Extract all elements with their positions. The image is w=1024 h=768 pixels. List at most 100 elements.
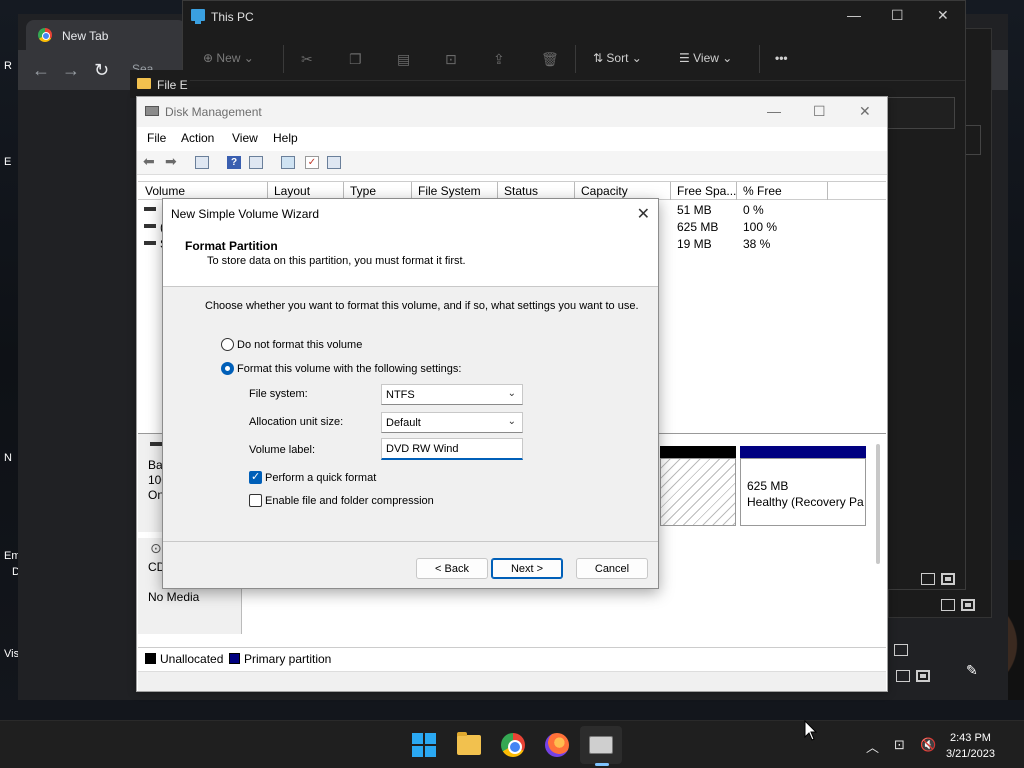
volume-label-input[interactable]: DVD RW Wind — [381, 438, 523, 460]
recovery-partition[interactable]: 625 MB Healthy (Recovery Pa — [740, 458, 866, 526]
menu-action[interactable]: Action — [181, 131, 214, 145]
large-icons-view-icon[interactable] — [961, 599, 975, 611]
desktop-icon-label[interactable]: N — [4, 452, 12, 464]
column-header[interactable]: Layout — [274, 184, 310, 198]
column-header[interactable]: Status — [504, 184, 538, 198]
desktop-icon-label[interactable]: R — [4, 60, 12, 72]
back-arrow-icon[interactable]: ⬅ — [143, 153, 155, 170]
desktop-icon-label[interactable]: Vis — [4, 648, 19, 660]
column-header[interactable]: Capacity — [581, 184, 628, 198]
view-toggle[interactable] — [941, 599, 975, 611]
close-icon[interactable]: ✕ — [937, 7, 949, 24]
large-icons-view-icon[interactable] — [941, 573, 955, 585]
help-icon[interactable]: ? — [227, 156, 241, 169]
maximize-icon[interactable]: ☐ — [813, 103, 826, 120]
paste-icon[interactable]: ▤ — [397, 51, 410, 68]
close-icon[interactable]: ✕ — [859, 103, 871, 120]
minimize-icon[interactable]: — — [847, 7, 861, 23]
firefox-icon[interactable] — [545, 733, 569, 757]
do-not-format-radio[interactable] — [221, 338, 234, 351]
compression-label[interactable]: Enable file and folder compression — [265, 495, 434, 507]
volume-muted-icon[interactable]: 🔇 — [920, 737, 936, 753]
allocation-unit-size-dropdown[interactable]: Default ⌄ — [381, 412, 523, 433]
checklist-icon[interactable]: ✓ — [305, 156, 319, 169]
details-view-icon[interactable] — [921, 573, 935, 585]
clock[interactable]: 2:43 PM 3/21/2023 — [946, 730, 995, 762]
delete-icon[interactable]: 🗑 — [541, 51, 559, 68]
network-icon[interactable]: ⊡ — [894, 737, 905, 753]
do-not-format-label[interactable]: Do not format this volume — [237, 339, 362, 351]
close-icon[interactable]: ✕ — [637, 204, 650, 224]
file-explorer-icon[interactable] — [457, 732, 481, 755]
pen-icon[interactable]: ✎ — [966, 662, 978, 679]
view-toggle[interactable] — [896, 670, 930, 682]
menu-file[interactable]: File — [147, 131, 166, 145]
show-hide-icon[interactable] — [249, 156, 263, 169]
title-bar[interactable]: Disk Management — ☐ ✕ — [137, 97, 887, 127]
format-volume-radio[interactable] — [221, 362, 234, 375]
divider — [670, 182, 671, 200]
menu-view[interactable]: View — [232, 131, 258, 145]
forward-arrow-icon[interactable]: → — [62, 60, 80, 81]
cdrom-icon: ⊙ — [150, 540, 162, 556]
file-explorer-window-3[interactable]: File E — [130, 70, 190, 98]
divider — [283, 45, 284, 73]
status-bar — [138, 671, 886, 691]
forward-arrow-icon[interactable]: ➡ — [165, 153, 177, 170]
minimize-icon[interactable]: — — [767, 103, 781, 119]
column-header[interactable]: % Free — [743, 184, 782, 198]
settings-list-icon[interactable] — [327, 156, 341, 169]
divider — [827, 182, 828, 200]
view-toggle[interactable] — [894, 644, 908, 656]
column-header[interactable]: Free Spa... — [677, 184, 736, 198]
column-header[interactable]: Volume — [145, 184, 185, 198]
next-button[interactable]: Next > — [491, 558, 563, 579]
large-icons-view-icon[interactable] — [916, 670, 930, 682]
chevron-up-icon[interactable]: ︿ — [866, 737, 879, 756]
chevron-down-icon: ⌄ — [243, 51, 254, 65]
file-system-dropdown[interactable]: NTFS ⌄ — [381, 384, 523, 405]
connect-icon[interactable] — [281, 156, 295, 169]
chevron-down-icon: ⌄ — [722, 51, 733, 65]
column-header[interactable]: Type — [350, 184, 376, 198]
chrome-icon[interactable] — [501, 733, 525, 757]
new-simple-volume-wizard[interactable]: New Simple Volume Wizard ✕ Format Partit… — [162, 198, 659, 589]
chrome-tab-new-tab[interactable]: New Tab — [26, 20, 186, 50]
primary-partition-bar — [740, 446, 866, 458]
cut-icon[interactable]: ✂ — [301, 51, 313, 68]
maximize-icon[interactable]: ☐ — [891, 7, 904, 24]
chrome-tab-title: New Tab — [62, 29, 109, 43]
details-view-icon[interactable] — [941, 599, 955, 611]
unallocated-partition[interactable] — [660, 458, 736, 526]
new-button[interactable]: ⊕ New ⌄ — [203, 51, 254, 65]
date: 3/21/2023 — [946, 748, 995, 760]
compression-checkbox[interactable] — [249, 494, 262, 507]
quick-format-checkbox[interactable] — [249, 470, 262, 484]
details-view-icon[interactable] — [896, 670, 910, 682]
quick-format-label[interactable]: Perform a quick format — [265, 472, 376, 484]
volume-icon — [144, 207, 156, 211]
disk-management-icon[interactable] — [589, 736, 613, 754]
back-arrow-icon[interactable]: ← — [32, 60, 50, 81]
rename-icon[interactable]: ⊡ — [445, 51, 457, 68]
start-icon[interactable] — [412, 733, 436, 757]
column-header[interactable]: File System — [418, 184, 481, 198]
desktop-icon-label[interactable]: E — [4, 156, 11, 168]
chevron-down-icon: ⌄ — [507, 388, 516, 399]
title-bar[interactable]: New Simple Volume Wizard ✕ — [163, 199, 658, 229]
reload-icon[interactable]: ↻ — [94, 60, 109, 81]
view-button[interactable]: ☰ View ⌄ — [679, 51, 732, 65]
scrollbar[interactable] — [876, 444, 880, 564]
view-toggle[interactable] — [921, 573, 955, 585]
details-view-icon[interactable] — [894, 644, 908, 656]
format-volume-label[interactable]: Format this volume with the following se… — [237, 363, 461, 375]
sort-button[interactable]: ⇅ Sort ⌄ — [593, 51, 642, 65]
more-options-button[interactable]: ••• — [775, 51, 788, 65]
cancel-button[interactable]: Cancel — [576, 558, 648, 579]
chevron-down-icon: ⌄ — [631, 51, 642, 65]
copy-icon[interactable]: ❐ — [349, 51, 362, 68]
back-button[interactable]: < Back — [416, 558, 488, 579]
share-icon[interactable]: ⇪ — [493, 51, 505, 68]
menu-help[interactable]: Help — [273, 131, 298, 145]
properties-icon[interactable] — [195, 156, 209, 169]
